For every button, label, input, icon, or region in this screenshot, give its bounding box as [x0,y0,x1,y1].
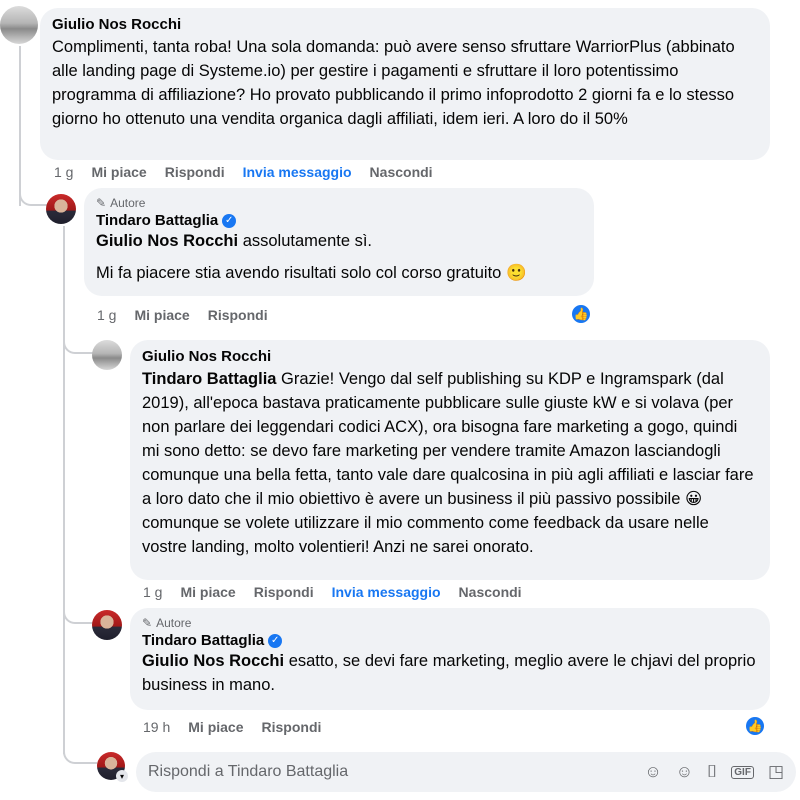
avatar[interactable] [0,6,38,44]
comment-text-para: Mi fa piacere stia avendo risultati solo… [96,264,527,282]
thread-curve-2 [63,330,93,354]
comment-author[interactable]: Tindaro Battaglia ✓ [96,212,582,229]
comment-actions: 1 g Mi piace Rispondi [97,307,268,323]
mention-link[interactable]: Giulio Nos Rocchi [142,652,284,670]
sticker-icon[interactable]: ◳ [768,762,784,782]
comment-bubble: ✎ Autore Tindaro Battaglia ✓ Giulio Nos Ro… [84,188,594,296]
reply-button[interactable]: Rispondi [262,719,322,735]
comment-author[interactable]: Tindaro Battaglia ✓ [142,632,758,649]
sticker-face-icon[interactable]: ☺︎ [644,762,661,782]
comment-actions: 1 g Mi piace Rispondi Invia messaggio Na… [143,584,522,600]
avatar[interactable] [92,340,122,370]
comment-time[interactable]: 1 g [97,307,116,323]
comment-text: Giulio Nos Rocchi assolutamente sì. [96,232,373,250]
verified-icon: ✓ [268,633,283,648]
comment-bubble: Giulio Nos Rocchi Complimenti, tanta rob… [40,8,770,160]
mention-link[interactable]: Tindaro Battaglia [142,370,276,388]
verified-icon: ✓ [222,213,237,228]
reply-input[interactable] [148,763,645,781]
hide-button[interactable]: Nascondi [370,164,433,180]
hide-button[interactable]: Nascondi [459,584,522,600]
like-button[interactable]: Mi piace [91,164,146,180]
comment-author[interactable]: Giulio Nos Rocchi [52,16,758,33]
comment-text: Complimenti, tanta roba! Una sola domand… [52,38,735,128]
pencil-icon: ✎ [96,196,107,210]
send-message-button[interactable]: Invia messaggio [243,164,352,180]
comment-time[interactable]: 1 g [54,164,73,180]
mention-link[interactable]: Giulio Nos Rocchi [96,232,238,250]
comment-bubble: ✎ Autore Tindaro Battaglia ✓ Giulio Nos Ro… [130,608,770,710]
like-reaction-icon[interactable]: 👍 [744,715,766,737]
chevron-down-icon[interactable]: ▾ [116,770,128,782]
author-badge: ✎ Autore [142,616,192,630]
like-button[interactable]: Mi piace [180,584,235,600]
like-button[interactable]: Mi piace [134,307,189,323]
comment-actions: 1 g Mi piace Rispondi Invia messaggio Na… [54,164,433,180]
avatar[interactable] [92,610,122,640]
camera-icon[interactable]: ⌷ [707,762,717,782]
comment-text: Giulio Nos Rocchi esatto, se devi fare m… [142,652,756,694]
gif-icon[interactable]: GIF [731,765,754,779]
like-reaction-icon[interactable]: 👍 [570,303,592,325]
reply-button[interactable]: Rispondi [254,584,314,600]
comment-time[interactable]: 1 g [143,584,162,600]
like-button[interactable]: Mi piace [188,719,243,735]
avatar[interactable] [46,194,76,224]
comment-text: Tindaro Battaglia Grazie! Vengo dal self… [142,370,754,556]
emoji-icon[interactable]: ☺ [676,762,693,782]
thread-curve-4 [63,740,97,764]
author-badge: ✎ Autore [96,196,146,210]
thread-curve-1 [19,180,49,206]
thread-curve-3 [63,600,93,624]
reply-tools: ☺︎ ☺ ⌷ GIF ◳ [644,762,784,782]
comment-author[interactable]: Giulio Nos Rocchi [142,348,758,365]
pencil-icon: ✎ [142,616,153,630]
comment-time[interactable]: 19 h [143,719,170,735]
send-message-button[interactable]: Invia messaggio [332,584,441,600]
reply-box: ☺︎ ☺ ⌷ GIF ◳ [136,752,796,792]
comment-bubble: Giulio Nos Rocchi Tindaro Battaglia Graz… [130,340,770,580]
reply-button[interactable]: Rispondi [165,164,225,180]
thread-line-reply [63,226,65,754]
comment-actions: 19 h Mi piace Rispondi [143,719,321,735]
reply-button[interactable]: Rispondi [208,307,268,323]
